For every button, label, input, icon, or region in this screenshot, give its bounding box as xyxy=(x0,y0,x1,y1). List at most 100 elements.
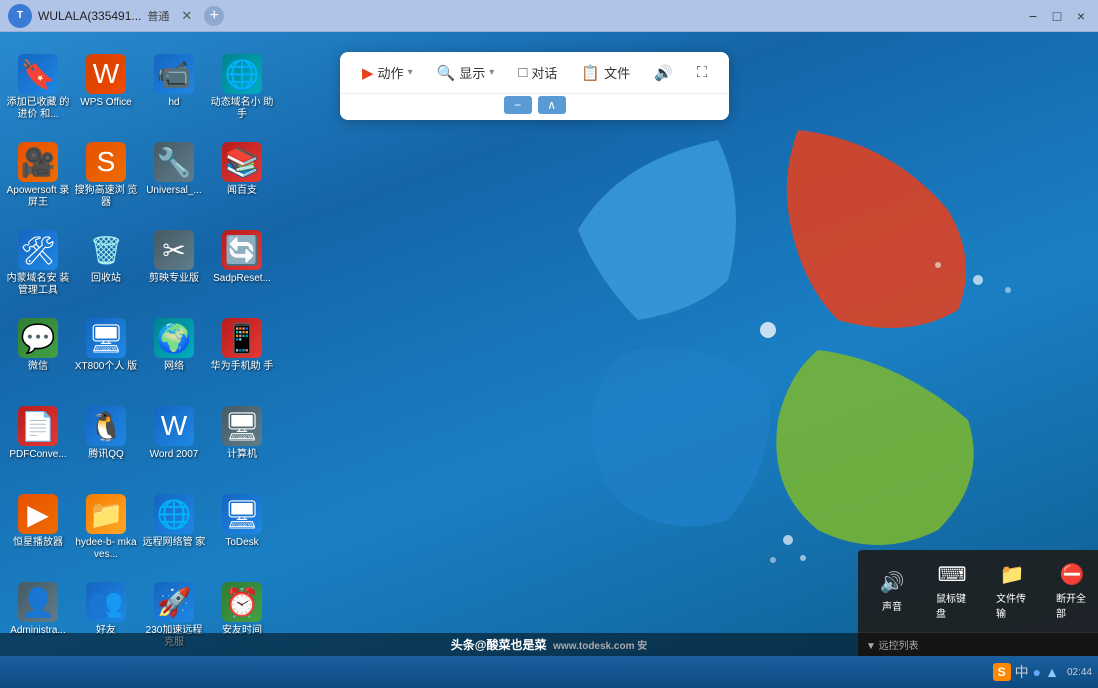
icon-image-20: ▶ xyxy=(18,494,58,534)
action-button[interactable]: ▶ 动作 ▾ xyxy=(352,58,423,87)
desktop-icon-23[interactable]: 🖥ToDesk xyxy=(208,488,276,576)
close-button[interactable]: × xyxy=(1072,7,1090,25)
desktop-icon-21[interactable]: 📁 hydee-b- mkaves... xyxy=(72,488,140,576)
taskbar-right: S 中 ● ▲ 02:44 xyxy=(993,662,1092,682)
icon-image-22: 🌐 xyxy=(154,494,194,534)
icon-label-19: 计算机 xyxy=(227,449,257,461)
floating-toolbar: ▶ 动作 ▾ 🔍 显示 ▾ □ 对话 📋 文件 🔊 ⛶ xyxy=(340,52,729,120)
icon-image-11: 🔄 xyxy=(222,230,262,270)
display-button[interactable]: 🔍 显示 ▾ xyxy=(427,58,505,87)
icon-label-10: 剪映专业版 xyxy=(149,273,199,285)
dialog-button[interactable]: □ 对话 xyxy=(508,58,567,87)
icon-image-26: 🚀 xyxy=(154,582,194,622)
icon-label-8: 内蒙域名安 装管理工具 xyxy=(6,273,70,297)
icon-image-25: 👥 xyxy=(86,582,126,622)
icon-label-15: 华为手机助 手 xyxy=(211,361,274,373)
tray-arrow-icon: ▲ xyxy=(1045,664,1059,680)
transfer-button[interactable]: 📁 文件传输 xyxy=(986,556,1038,626)
desktop-icon-10[interactable]: ✂ 剪映专业版 xyxy=(140,224,208,312)
taskbar: S 中 ● ▲ 02:44 xyxy=(0,656,1098,688)
desktop-icon-15[interactable]: 📱华为手机助 手 xyxy=(208,312,276,400)
desktop-icon-20[interactable]: ▶ 恒星播放器 xyxy=(4,488,72,576)
icon-image-19: 🖥 xyxy=(222,406,262,446)
top-bar: T WULALA(335491... 普通 ✕ + − □ × xyxy=(0,0,1098,32)
desktop-icon-14[interactable]: 🌍网络 xyxy=(140,312,208,400)
desktop-icon-4[interactable]: 🎥 Apowersoft 录屏王 xyxy=(4,136,72,224)
taskbar-time: 02:44 xyxy=(1067,667,1092,678)
desktop-icon-13[interactable]: 🖥 XT800个人 版 xyxy=(72,312,140,400)
icon-label-9: 回收站 xyxy=(91,273,121,285)
add-tab-button[interactable]: + xyxy=(204,6,224,26)
transfer-icon: 📁 xyxy=(1000,562,1025,587)
icon-image-5: S xyxy=(86,142,126,182)
file-button[interactable]: 📋 文件 xyxy=(571,58,640,87)
desktop-icon-5[interactable]: S 搜狗高速浏 览器 xyxy=(72,136,140,224)
icon-label-17: 腾讯QQ xyxy=(88,449,124,461)
icon-image-13: 🖥 xyxy=(86,318,126,358)
keyboard-icon: ⌨ xyxy=(938,562,967,587)
icon-label-18: Word 2007 xyxy=(150,449,199,461)
fullscreen-button[interactable]: ⛶ xyxy=(687,59,718,86)
tab-title: WULALA(335491... xyxy=(38,9,141,23)
desktop-icon-0[interactable]: 🔖 添加已收藏 的进价 和... xyxy=(4,48,72,136)
tray-zh-icon: 中 xyxy=(1015,662,1029,682)
icon-label-13: XT800个人 版 xyxy=(75,361,137,373)
desktop-icon-18[interactable]: W Word 2007 xyxy=(140,400,208,488)
avatar: T xyxy=(8,4,32,28)
desktop-icon-6[interactable]: 🔧Universal_... xyxy=(140,136,208,224)
icon-image-4: 🎥 xyxy=(18,142,58,182)
desktop-icon-8[interactable]: 🛠 内蒙域名安 装管理工具 xyxy=(4,224,72,312)
icon-label-2: hd xyxy=(168,97,179,109)
maximize-button[interactable]: □ xyxy=(1048,7,1066,25)
windows-logo xyxy=(518,80,1018,580)
icon-image-9: 🗑 xyxy=(86,230,126,270)
collapse-down-button[interactable]: − xyxy=(504,96,532,114)
desktop-icon-12[interactable]: 💬 微信 xyxy=(4,312,72,400)
icon-image-0: 🔖 xyxy=(18,54,58,94)
icon-image-7: 📚 xyxy=(222,142,262,182)
desktop-icon-2[interactable]: 📹 hd xyxy=(140,48,208,136)
icon-image-12: 💬 xyxy=(18,318,58,358)
icon-image-10: ✂ xyxy=(154,230,194,270)
remote-list-label: ▼ 远控列表 xyxy=(858,632,1098,656)
icon-image-21: 📁 xyxy=(86,494,126,534)
icon-image-24: 👤 xyxy=(18,582,58,622)
disconnect-icon: ⛔ xyxy=(1060,562,1085,587)
desktop-icon-11[interactable]: 🔄SadpReset... xyxy=(208,224,276,312)
icon-label-16: PDFConve... xyxy=(9,449,66,461)
icon-label-20: 恒星播放器 xyxy=(13,537,63,549)
icon-image-18: W xyxy=(154,406,194,446)
icon-label-0: 添加已收藏 的进价 和... xyxy=(6,97,70,121)
icon-label-5: 搜狗高速浏 览器 xyxy=(74,185,138,209)
icon-label-3: 动态域名小 助手 xyxy=(210,97,274,121)
desktop-icon-19[interactable]: 🖥 计算机 xyxy=(208,400,276,488)
icon-label-4: Apowersoft 录屏王 xyxy=(6,185,70,209)
desktop-icon-1[interactable]: W WPS Office xyxy=(72,48,140,136)
desktop-icon-7[interactable]: 📚闻百支 xyxy=(208,136,276,224)
desktop-icon-22[interactable]: 🌐远程网络管 家 xyxy=(140,488,208,576)
collapse-up-button[interactable]: ∧ xyxy=(538,96,566,114)
desktop-icon-16[interactable]: 📄 PDFConve... xyxy=(4,400,72,488)
icon-label-21: hydee-b- mkaves... xyxy=(74,537,138,561)
icon-image-8: 🛠 xyxy=(18,230,58,270)
sound-icon: 🔊 xyxy=(880,570,905,595)
keyboard-button[interactable]: ⌨ 鼠标键盘 xyxy=(926,556,978,626)
window-controls: − □ × xyxy=(1024,7,1090,25)
sound-button[interactable]: 🔊 声音 xyxy=(866,564,918,619)
minimize-button[interactable]: − xyxy=(1024,7,1042,25)
disconnect-button[interactable]: ⛔ 断开全部 xyxy=(1046,556,1098,626)
icon-image-23: 🖥 xyxy=(222,494,262,534)
tray-dot-icon: ● xyxy=(1033,664,1041,680)
desktop-icon-3[interactable]: 🌐动态域名小 助手 xyxy=(208,48,276,136)
icon-image-27: ⏰ xyxy=(222,582,262,622)
icon-image-2: 📹 xyxy=(154,54,194,94)
icon-label-12: 微信 xyxy=(28,361,48,373)
audio-button[interactable]: 🔊 xyxy=(644,59,683,87)
icon-label-1: WPS Office xyxy=(80,97,132,109)
desktop-icon-17[interactable]: 🐧腾讯QQ xyxy=(72,400,140,488)
desktop-icon-9[interactable]: 🗑 回收站 xyxy=(72,224,140,312)
tray-s-icon[interactable]: S xyxy=(993,663,1011,681)
tab-close-button[interactable]: ✕ xyxy=(181,8,192,24)
icon-image-1: W xyxy=(86,54,126,94)
icon-image-16: 📄 xyxy=(18,406,58,446)
